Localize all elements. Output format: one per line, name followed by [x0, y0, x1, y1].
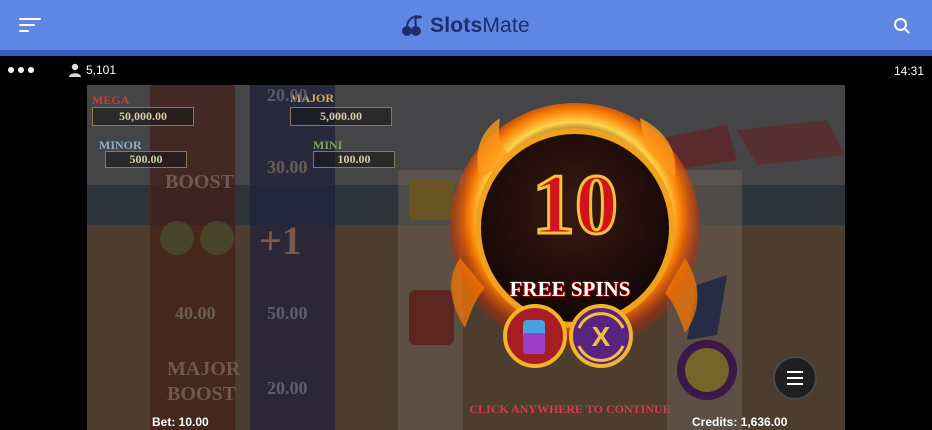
major-jackpot-value: 5,000.00	[290, 107, 392, 126]
free-spins-fire-ring: 10 X	[450, 103, 700, 368]
plus-one-badge: +1	[259, 218, 302, 263]
reel-value-top: 20.00	[267, 85, 308, 105]
minor-jackpot-value: 500.00	[105, 151, 187, 168]
players-count: 5,101	[86, 63, 117, 77]
mini-jackpot-value: 100.00	[313, 151, 395, 168]
slotsmate-logo[interactable]: SlotsMate	[400, 12, 530, 40]
game-menu-button[interactable]	[773, 356, 817, 400]
players-online: 5,101	[68, 63, 116, 77]
boost-label: BOOST	[165, 171, 234, 193]
bet-amount: Bet: 10.00	[152, 415, 209, 429]
reel-value: 40.00	[175, 303, 216, 323]
click-to-continue-text[interactable]: CLICK ANYWHERE TO CONTINUE	[440, 402, 700, 417]
cherry-logo-icon	[402, 15, 422, 36]
user-icon	[69, 63, 81, 77]
reel-value: 20.00	[267, 378, 308, 398]
top-navigation-bar: SlotsMate	[0, 0, 932, 50]
search-icon[interactable]	[893, 17, 911, 35]
major-label: MAJOR	[167, 358, 241, 380]
free-spins-count: 10	[532, 156, 618, 252]
clock: 14:31	[893, 64, 924, 78]
reel-value: 50.00	[267, 303, 308, 323]
svg-text:X: X	[592, 321, 611, 352]
mega-jackpot-label: MEGA	[92, 93, 130, 107]
game-status-bar: 5,101 14:31	[0, 56, 932, 85]
free-spins-title: FREE SPINS	[509, 277, 631, 301]
logo-text: SlotsMate	[430, 14, 530, 37]
hamburger-menu-icon[interactable]	[19, 17, 41, 33]
boost-label: BOOST	[167, 383, 236, 405]
mega-jackpot-value: 50,000.00	[92, 107, 194, 126]
credits-amount: Credits: 1,636.00	[692, 415, 788, 429]
reel-value: 30.00	[267, 157, 308, 177]
more-options-icon[interactable]	[8, 67, 34, 73]
